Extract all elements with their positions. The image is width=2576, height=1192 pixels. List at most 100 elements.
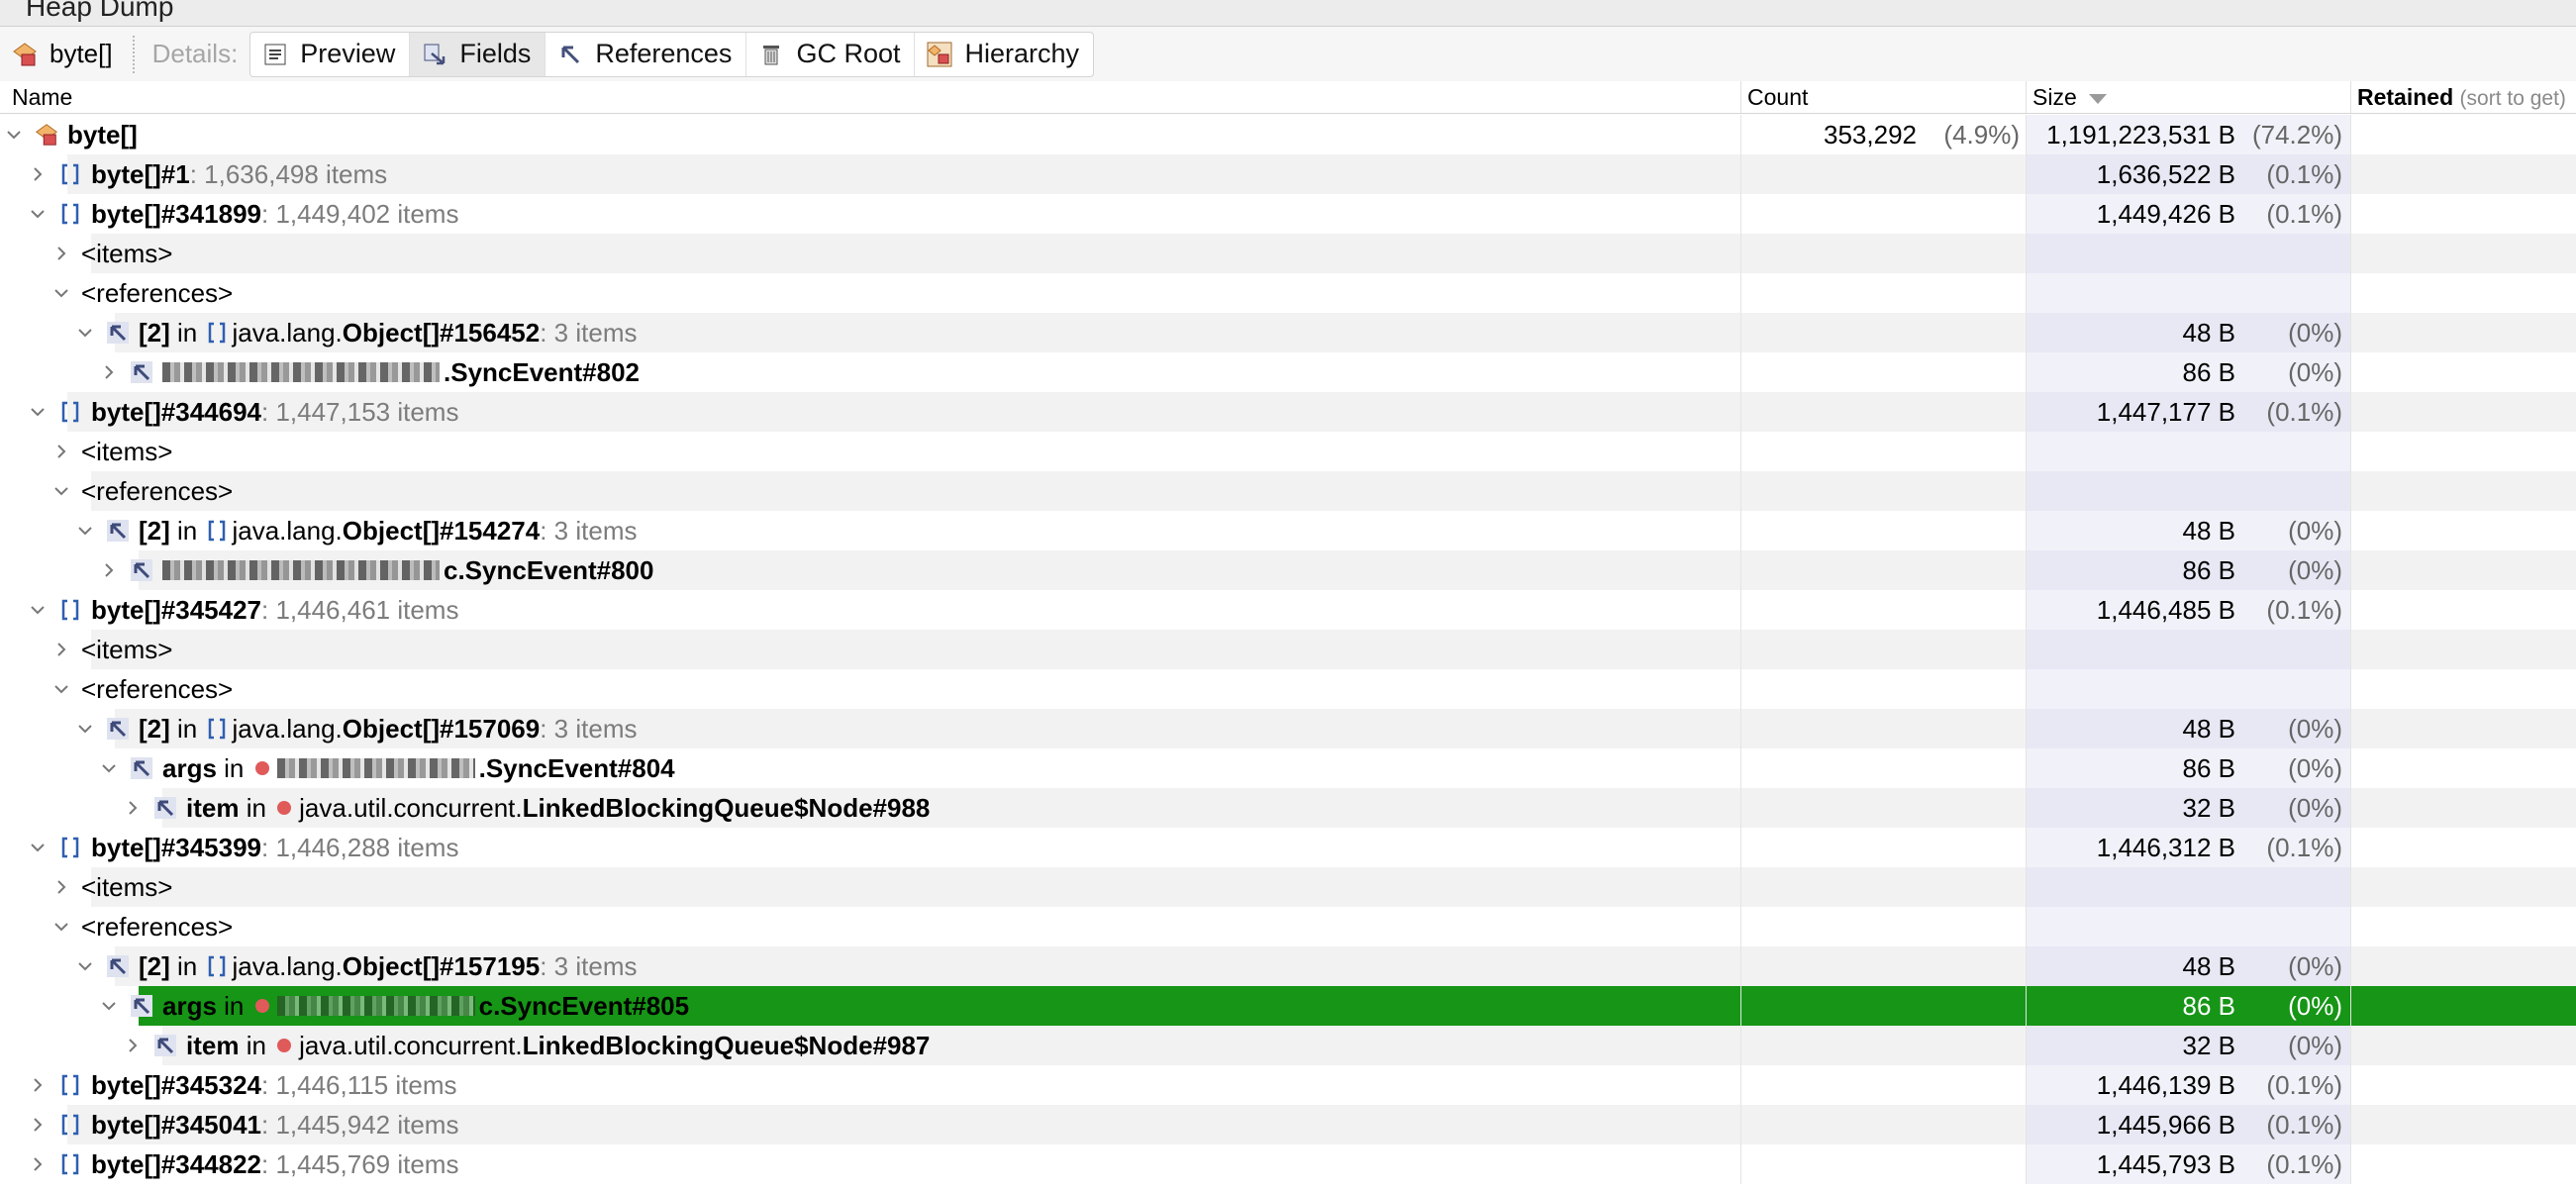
table-row[interactable]: <items> xyxy=(0,234,2576,273)
reference-arrow-icon xyxy=(105,953,131,979)
redacted-package-name xyxy=(162,362,440,382)
count-cell xyxy=(1740,194,2026,234)
object-name: <items> xyxy=(81,634,173,664)
table-row[interactable]: byte[]#345041 : 1,445,942 items 1,445,966… xyxy=(0,1105,2576,1144)
expand-chevron-icon[interactable] xyxy=(50,638,73,661)
table-row[interactable]: <references> xyxy=(0,669,2576,709)
table-row[interactable]: <items> xyxy=(0,630,2576,669)
array-icon xyxy=(57,161,83,187)
table-row[interactable]: .SyncEvent#802 86 B (0%) xyxy=(0,352,2576,392)
object-name: c.SyncEvent#800 xyxy=(444,554,654,585)
expand-chevron-icon[interactable] xyxy=(121,1034,145,1057)
name-cell: <items> xyxy=(0,867,1740,907)
redacted-package-name xyxy=(276,758,475,778)
expand-chevron-icon[interactable] xyxy=(50,242,73,265)
table-row[interactable]: byte[]#341899 : 1,449,402 items 1,449,426… xyxy=(0,194,2576,234)
table-row[interactable]: [2] in java.lang. Object[]#156452 : 3 ite… xyxy=(0,313,2576,352)
table-row[interactable]: <references> xyxy=(0,907,2576,946)
collapse-chevron-icon[interactable] xyxy=(50,281,73,305)
table-row[interactable]: <items> xyxy=(0,867,2576,907)
collapse-chevron-icon[interactable] xyxy=(73,321,97,345)
table-row[interactable]: <references> xyxy=(0,273,2576,313)
size-value: 86 B xyxy=(2182,357,2236,387)
package-prefix: java.lang. xyxy=(232,950,343,981)
table-row-selected[interactable]: args in c.SyncEvent#805 86 B (0%) xyxy=(0,986,2576,1026)
column-header-retained[interactable]: Retained (sort to get) xyxy=(2350,81,2576,113)
expand-chevron-icon[interactable] xyxy=(26,1073,50,1097)
field-name: args xyxy=(162,990,217,1021)
collapse-chevron-icon[interactable] xyxy=(73,954,97,978)
expand-chevron-icon[interactable] xyxy=(26,162,50,186)
references-button[interactable]: References xyxy=(545,32,747,76)
retained-cell xyxy=(2350,748,2576,788)
expand-chevron-icon[interactable] xyxy=(121,796,145,820)
table-row[interactable]: byte[]#344822 : 1,445,769 items 1,445,793… xyxy=(0,1144,2576,1184)
collapse-chevron-icon[interactable] xyxy=(50,677,73,701)
collapse-chevron-icon[interactable] xyxy=(73,717,97,741)
expand-chevron-icon[interactable] xyxy=(97,360,121,384)
table-row[interactable]: item in java.util.concurrent. LinkedBlock… xyxy=(0,788,2576,828)
expand-chevron-icon[interactable] xyxy=(26,1113,50,1137)
expand-chevron-icon[interactable] xyxy=(50,440,73,463)
count-value: 353,292 xyxy=(1824,120,1917,149)
item-count: : 3 items xyxy=(540,950,638,981)
object-name: byte[]#345427 xyxy=(91,594,261,625)
heap-dump-tab[interactable]: Heap Dump xyxy=(0,0,2576,27)
column-header-size[interactable]: Size xyxy=(2026,81,2350,113)
size-cell: 48 B (0%) xyxy=(2026,313,2350,352)
collapse-chevron-icon[interactable] xyxy=(97,756,121,780)
table-row[interactable]: [2] in java.lang. Object[]#154274 : 3 ite… xyxy=(0,511,2576,550)
collapse-chevron-icon[interactable] xyxy=(2,123,26,147)
expand-chevron-icon[interactable] xyxy=(50,875,73,899)
reference-arrow-icon xyxy=(152,1033,178,1058)
name-cell: <items> xyxy=(0,234,1740,273)
size-percent: (0.1%) xyxy=(2266,1149,2342,1179)
table-row[interactable]: c.SyncEvent#800 86 B (0%) xyxy=(0,550,2576,590)
table-row[interactable]: byte[]#344694 : 1,447,153 items 1,447,177… xyxy=(0,392,2576,432)
package-prefix: java.lang. xyxy=(232,317,343,348)
name-cell: <items> xyxy=(0,630,1740,669)
size-value: 32 B xyxy=(2182,1031,2236,1060)
table-row[interactable]: <items> xyxy=(0,432,2576,471)
size-percent: (0.1%) xyxy=(2266,159,2342,189)
preview-button[interactable]: Preview xyxy=(250,32,411,76)
table-row[interactable]: [2] in java.lang. Object[]#157069 : 3 ite… xyxy=(0,709,2576,748)
table-row[interactable]: byte[]#345427 : 1,446,461 items 1,446,485… xyxy=(0,590,2576,630)
expand-chevron-icon[interactable] xyxy=(26,1152,50,1176)
table-row[interactable]: byte[]#1 : 1,636,498 items 1,636,522 B (0.… xyxy=(0,154,2576,194)
expand-chevron-icon[interactable] xyxy=(97,558,121,582)
size-percent: (0%) xyxy=(2288,714,2342,744)
references-button-label: References xyxy=(595,39,733,68)
retained-sort-hint: (sort to get) xyxy=(2459,87,2566,110)
size-cell: 48 B (0%) xyxy=(2026,946,2350,986)
collapse-chevron-icon[interactable] xyxy=(97,994,121,1018)
collapse-chevron-icon[interactable] xyxy=(50,915,73,939)
table-row[interactable]: byte[] 353,292 (4.9%) 1,191,223,531 B (74.2%… xyxy=(0,115,2576,154)
fields-button[interactable]: Fields xyxy=(410,32,546,76)
collapse-chevron-icon[interactable] xyxy=(26,836,50,859)
column-header-name[interactable]: Name xyxy=(0,81,1740,113)
retained-cell xyxy=(2350,194,2576,234)
table-row[interactable]: <references> xyxy=(0,471,2576,511)
table-row[interactable]: byte[]#345324 : 1,446,115 items 1,446,139… xyxy=(0,1065,2576,1105)
name-cell: byte[]#345399 : 1,446,288 items xyxy=(0,828,1740,867)
table-row[interactable]: byte[]#345399 : 1,446,288 items 1,446,312… xyxy=(0,828,2576,867)
collapse-chevron-icon[interactable] xyxy=(73,519,97,543)
hierarchy-button[interactable]: Hierarchy xyxy=(915,33,1093,76)
table-row[interactable]: item in java.util.concurrent. LinkedBlock… xyxy=(0,1026,2576,1065)
collapse-chevron-icon[interactable] xyxy=(26,598,50,622)
collapse-chevron-icon[interactable] xyxy=(26,400,50,424)
collapse-chevron-icon[interactable] xyxy=(50,479,73,503)
hierarchy-button-label: Hierarchy xyxy=(964,39,1080,68)
retained-cell xyxy=(2350,709,2576,748)
gc-root-button[interactable]: GC Root xyxy=(746,32,916,76)
field-name: [2] xyxy=(139,950,170,981)
table-row[interactable]: [2] in java.lang. Object[]#157195 : 3 ite… xyxy=(0,946,2576,986)
table-row[interactable]: args in .SyncEvent#804 86 B (0%) xyxy=(0,748,2576,788)
name-cell: byte[]#1 : 1,636,498 items xyxy=(0,154,1740,194)
size-value: 1,445,966 B xyxy=(2096,1110,2235,1140)
array-icon xyxy=(204,953,230,979)
collapse-chevron-icon[interactable] xyxy=(26,202,50,226)
fields-button-label: Fields xyxy=(459,39,532,68)
column-header-count[interactable]: Count xyxy=(1740,81,2026,113)
